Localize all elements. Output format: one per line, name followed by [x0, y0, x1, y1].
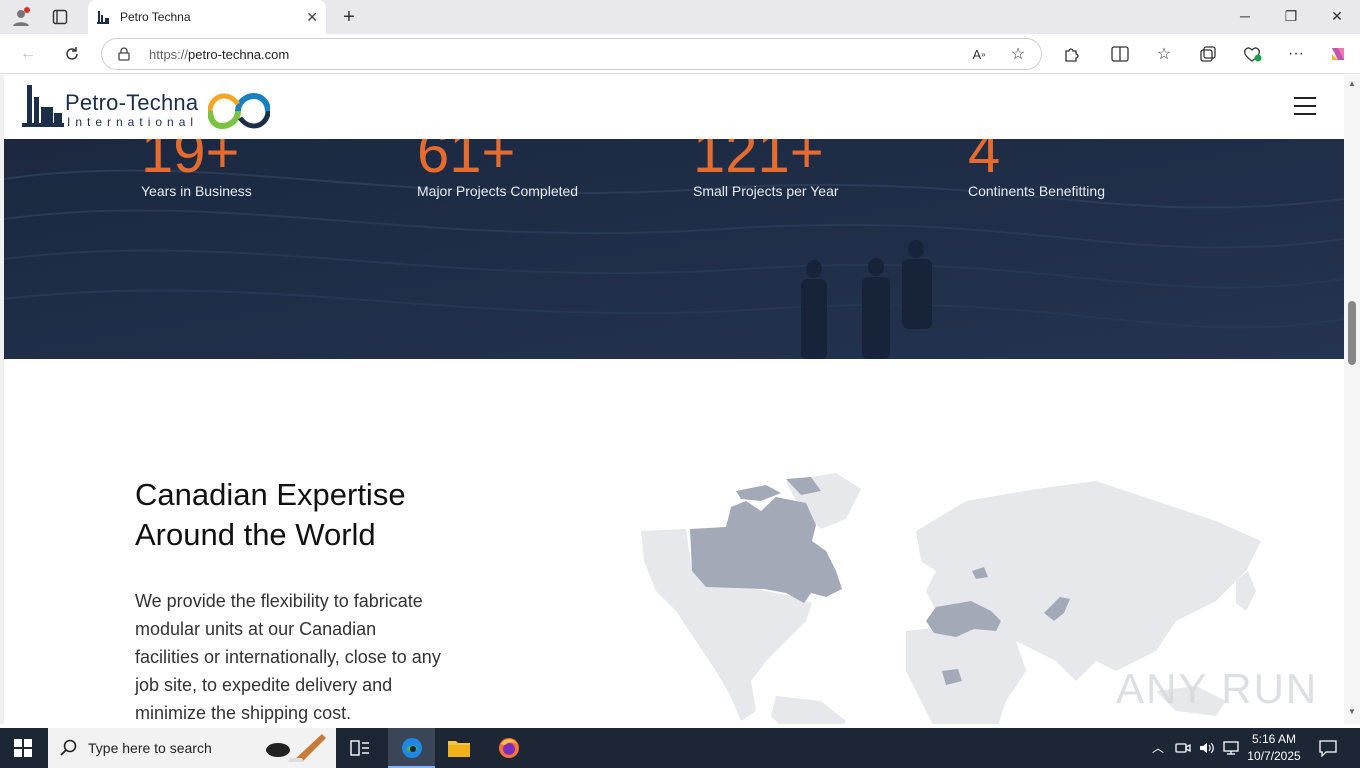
- firefox-icon[interactable]: [497, 736, 521, 765]
- refresh-icon[interactable]: [61, 43, 83, 65]
- taskbar-search-box[interactable]: Type here to search: [48, 728, 336, 768]
- copilot-icon[interactable]: [1327, 43, 1349, 65]
- lock-icon[interactable]: [116, 46, 132, 62]
- logo-wordmark: Petro-Techna: [65, 90, 199, 115]
- notifications-icon[interactable]: [1318, 739, 1338, 762]
- section-title-line2: Around the World: [135, 517, 376, 552]
- tab-close-icon[interactable]: ✕: [306, 9, 318, 26]
- recycle-arrows-logo-icon: [208, 92, 270, 130]
- new-tab-button[interactable]: +: [338, 6, 360, 28]
- page-viewport: Petro-Techna International 19+ Years in …: [0, 75, 1344, 724]
- back-icon[interactable]: ←: [17, 43, 39, 65]
- site-header: Petro-Techna International: [4, 75, 1344, 139]
- tab-title: Petro Techna: [120, 10, 191, 24]
- section-body-text: We provide the flexibility to fabricate …: [135, 591, 441, 723]
- stat-major-projects-label: Major Projects Completed: [417, 183, 579, 199]
- minimize-icon[interactable]: ─: [1235, 8, 1255, 24]
- refinery-logo-icon: [22, 85, 64, 127]
- search-placeholder: Type here to search: [88, 740, 212, 756]
- favorites-icon[interactable]: ☆: [1153, 43, 1175, 65]
- split-screen-icon[interactable]: [1109, 43, 1131, 65]
- tab-petro-techna[interactable]: Petro Techna ✕: [88, 0, 326, 34]
- windows-start-icon[interactable]: [14, 739, 32, 762]
- close-window-icon[interactable]: ✕: [1327, 8, 1347, 25]
- network-icon[interactable]: [1222, 740, 1240, 761]
- profile-icon[interactable]: [10, 6, 32, 28]
- favorite-star-icon[interactable]: ☆: [1007, 43, 1029, 65]
- menu-bar-line: [1294, 105, 1316, 107]
- read-aloud-icon[interactable]: A»: [968, 43, 990, 65]
- stat-major-projects-number: 61+: [417, 139, 516, 185]
- section-title: Canadian Expertise Around the World: [135, 475, 455, 555]
- url-text: https://petro-techna.com: [149, 47, 290, 62]
- scroll-up-icon[interactable]: ▲: [1348, 79, 1356, 88]
- search-icon: [60, 739, 77, 756]
- logo-subtitle: International: [67, 115, 199, 129]
- clock-date[interactable]: 10/7/2025: [1244, 749, 1304, 763]
- page-scrollbar[interactable]: ▲ ▼: [1344, 75, 1360, 724]
- stat-continents-label: Continents Benefitting: [968, 183, 1105, 199]
- volume-icon[interactable]: [1198, 740, 1216, 761]
- address-bar[interactable]: https://petro-techna.com A» ☆: [101, 38, 1042, 70]
- edge-icon: [402, 738, 422, 758]
- browser-essentials-icon[interactable]: [1241, 43, 1263, 65]
- stats-band: 19+ Years in Business 61+ Major Projects…: [4, 139, 1344, 359]
- meet-now-icon[interactable]: [1175, 740, 1191, 761]
- site-favicon-icon: [97, 11, 109, 24]
- more-options-icon[interactable]: ···: [1285, 43, 1307, 65]
- section-title-line1: Canadian Expertise: [135, 477, 406, 512]
- stat-continents-number: 4: [968, 139, 1001, 185]
- scroll-down-icon[interactable]: ▼: [1348, 707, 1356, 716]
- restore-icon[interactable]: ❐: [1281, 8, 1301, 25]
- menu-bar-line: [1294, 97, 1316, 99]
- menu-hamburger-button[interactable]: [1294, 97, 1316, 115]
- address-bar-row: ← https://petro-techna.com A» ☆ ☆ ···: [0, 34, 1360, 74]
- clock-time[interactable]: 5:16 AM: [1244, 732, 1304, 746]
- file-explorer-icon[interactable]: [447, 737, 471, 764]
- stat-years-number: 19+: [141, 139, 240, 185]
- browser-tab-bar: Petro Techna ✕ + ─ ❐ ✕: [0, 0, 1360, 34]
- hockey-stick-icon: [266, 734, 326, 762]
- tab-actions-icon[interactable]: [49, 6, 71, 28]
- scrollbar-thumb[interactable]: [1348, 301, 1356, 365]
- stat-small-projects-number: 121+: [693, 139, 824, 185]
- task-view-icon[interactable]: [349, 738, 371, 763]
- edge-taskbar-button[interactable]: [388, 728, 435, 768]
- collections-icon[interactable]: [1197, 43, 1219, 65]
- site-logo[interactable]: Petro-Techna International: [4, 75, 274, 139]
- stat-small-projects-label: Small Projects per Year: [693, 183, 839, 199]
- menu-bar-line: [1294, 113, 1316, 115]
- stat-years-label: Years in Business: [141, 183, 252, 199]
- tray-overflow-icon[interactable]: ︿: [1152, 739, 1164, 756]
- extensions-icon[interactable]: [1060, 43, 1082, 65]
- windows-taskbar: Type here to search ︿ 5:16 AM 10/7/2025: [0, 728, 1360, 768]
- watermark: ANY RUN: [1116, 665, 1319, 712]
